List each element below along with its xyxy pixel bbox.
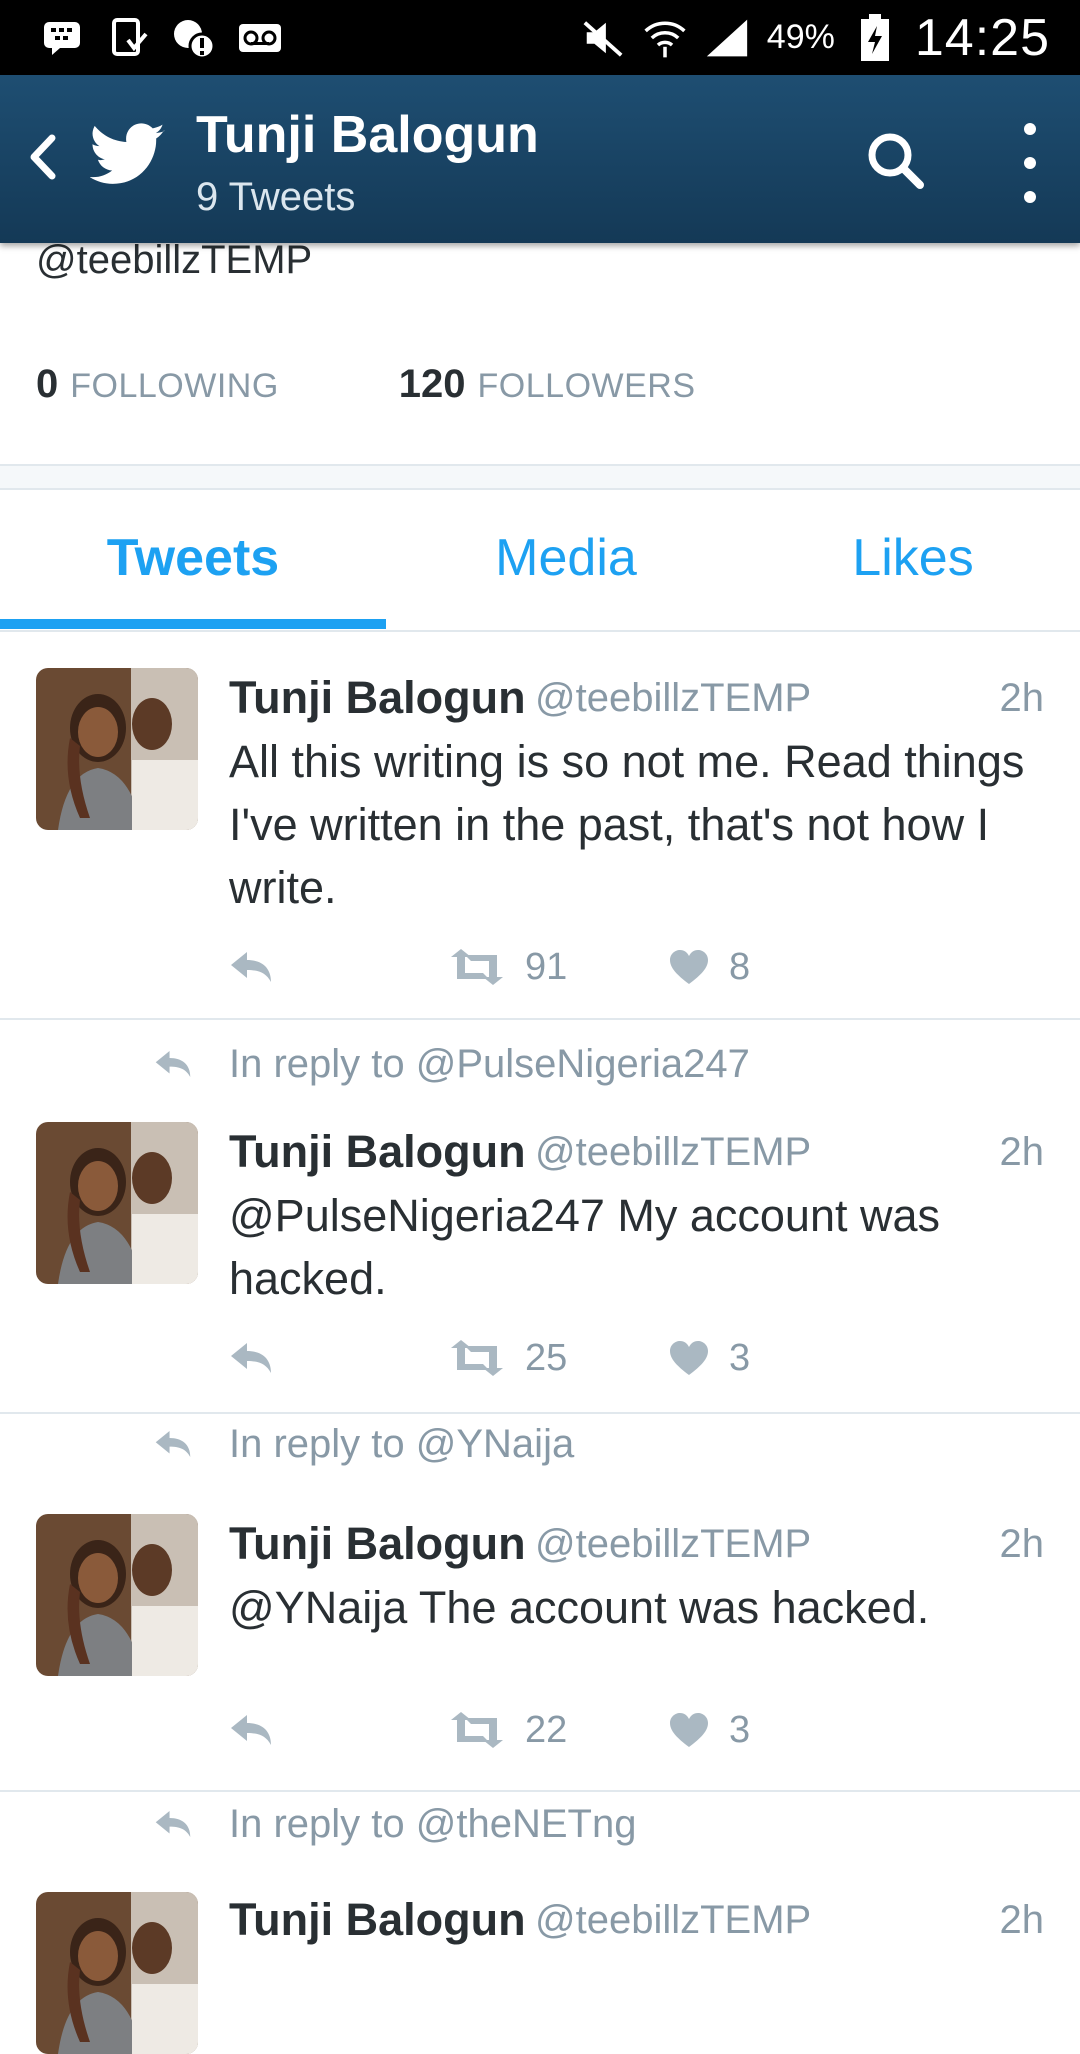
back-arrow-icon: [30, 134, 56, 180]
retweet-button[interactable]: 22: [449, 1705, 567, 1755]
app-bar: Tunji Balogun 9 Tweets: [0, 75, 1080, 243]
tweet-item[interactable]: In reply to @theNETng Tunji Balogun @tee…: [0, 1792, 1080, 2054]
like-count: 8: [729, 945, 751, 988]
like-button[interactable]: 3: [669, 1705, 750, 1755]
profile-handle: @teebillzTEMP: [36, 238, 313, 282]
tweet-text: @YNaija The account was hacked.: [229, 1582, 930, 1633]
reply-indicator-icon: [154, 1428, 192, 1460]
retweet-count: 22: [525, 1708, 568, 1751]
reply-button[interactable]: [229, 1333, 273, 1383]
download-icon: [106, 17, 150, 57]
alert-icon: [172, 19, 216, 59]
tweet-timestamp: 2h: [999, 676, 1045, 720]
reply-icon: [229, 1340, 273, 1376]
heart-icon: [669, 949, 709, 985]
reply-context-text: In reply to @PulseNigeria247: [229, 1042, 750, 1086]
active-tab-indicator: [0, 619, 386, 629]
heart-icon: [669, 1340, 709, 1376]
wifi-icon: [643, 19, 687, 57]
tweet-header: Tunji Balogun @teebillzTEMP 2h: [229, 1514, 1044, 1574]
mute-icon: [581, 19, 625, 57]
tweet-item[interactable]: Tunji Balogun @teebillzTEMP 2h All this …: [0, 632, 1080, 1020]
retweet-button[interactable]: 91: [449, 942, 567, 992]
tweet-timestamp: 2h: [999, 1898, 1045, 1942]
tweet-actions: 22 3: [229, 1705, 829, 1755]
voicemail-icon: [238, 19, 282, 57]
tweet-author-name[interactable]: Tunji Balogun: [229, 1122, 526, 1182]
status-bar: 49% 14:25: [0, 0, 1080, 75]
followers-count: 120: [398, 362, 466, 406]
reply-context-text: In reply to @theNETng: [229, 1802, 637, 1846]
reply-button[interactable]: [229, 1705, 273, 1755]
reply-icon: [229, 1712, 273, 1748]
tweet-author-handle: @teebillzTEMP: [535, 1898, 812, 1942]
search-button[interactable]: [858, 125, 934, 201]
clock: 14:25: [914, 8, 1050, 67]
following-stat[interactable]: 0 FOLLOWING: [36, 362, 279, 407]
like-button[interactable]: 3: [669, 1333, 750, 1383]
retweet-count: 91: [525, 945, 568, 988]
battery-percent: 49%: [766, 18, 835, 56]
follow-counts: 0 FOLLOWING 120 FOLLOWERS: [36, 362, 696, 407]
tweet-author-handle: @teebillzTEMP: [535, 1130, 812, 1174]
tweet-author-name[interactable]: Tunji Balogun: [229, 1514, 526, 1574]
tweet-header: Tunji Balogun @teebillzTEMP 2h: [229, 1122, 1044, 1182]
tweet-item[interactable]: In reply to @YNaija Tunji Balogun @teebi…: [0, 1414, 1080, 1792]
back-button[interactable]: [18, 127, 68, 187]
retweet-icon: [449, 949, 505, 985]
like-count: 3: [729, 1708, 751, 1751]
tweet-actions: 25 3: [229, 1333, 829, 1383]
retweet-count: 25: [525, 1336, 568, 1379]
tweet-count: 9 Tweets: [196, 175, 356, 219]
reply-context-text: In reply to @YNaija: [229, 1422, 575, 1466]
reply-indicator-icon: [154, 1808, 192, 1840]
tab-media[interactable]: Media: [386, 488, 746, 628]
profile-name-title: Tunji Balogun: [196, 106, 539, 164]
twitter-bird-icon[interactable]: [89, 123, 166, 193]
tweet-item[interactable]: In reply to @PulseNigeria247 Tunji Balog…: [0, 1020, 1080, 1414]
bbm-icon: [40, 19, 84, 57]
tab-likes[interactable]: Likes: [746, 488, 1080, 628]
avatar[interactable]: [36, 1514, 198, 1676]
tweet-header: Tunji Balogun @teebillzTEMP 2h: [229, 1890, 1044, 1950]
followers-label: FOLLOWERS: [477, 367, 696, 405]
retweet-button[interactable]: 25: [449, 1333, 567, 1383]
signal-icon: [705, 19, 749, 57]
tweet-text: @PulseNigeria247 My account was hacked.: [229, 1190, 941, 1304]
tweet-text: All this writing is so not me. Read thin…: [229, 736, 1025, 913]
avatar[interactable]: [36, 1122, 198, 1284]
following-label: FOLLOWING: [70, 367, 279, 405]
profile-tabs: Tweets Media Likes: [0, 488, 1080, 632]
retweet-icon: [449, 1340, 505, 1376]
tweet-author-handle: @teebillzTEMP: [535, 1522, 812, 1566]
avatar[interactable]: [36, 668, 198, 830]
reply-icon: [229, 949, 273, 985]
reply-button[interactable]: [229, 942, 273, 992]
tweet-actions: 91 8: [229, 942, 829, 992]
tweet-author-name[interactable]: Tunji Balogun: [229, 1890, 526, 1950]
battery-icon: [853, 13, 897, 61]
reply-indicator-icon: [154, 1048, 192, 1080]
section-divider: [0, 464, 1080, 490]
tweet-header: Tunji Balogun @teebillzTEMP 2h: [229, 668, 1044, 728]
heart-icon: [669, 1712, 709, 1748]
tweet-author-name[interactable]: Tunji Balogun: [229, 668, 526, 728]
overflow-menu-button[interactable]: [1010, 123, 1050, 203]
retweet-icon: [449, 1712, 505, 1748]
tweet-timestamp: 2h: [999, 1130, 1045, 1174]
search-icon: [868, 133, 924, 189]
tweet-author-handle: @teebillzTEMP: [535, 676, 812, 720]
avatar[interactable]: [36, 1892, 198, 2054]
tab-tweets[interactable]: Tweets: [0, 488, 386, 628]
followers-stat[interactable]: 120 FOLLOWERS: [399, 362, 696, 407]
following-count: 0: [36, 362, 59, 406]
tweet-timestamp: 2h: [999, 1522, 1045, 1566]
like-count: 3: [729, 1336, 751, 1379]
like-button[interactable]: 8: [669, 942, 750, 992]
